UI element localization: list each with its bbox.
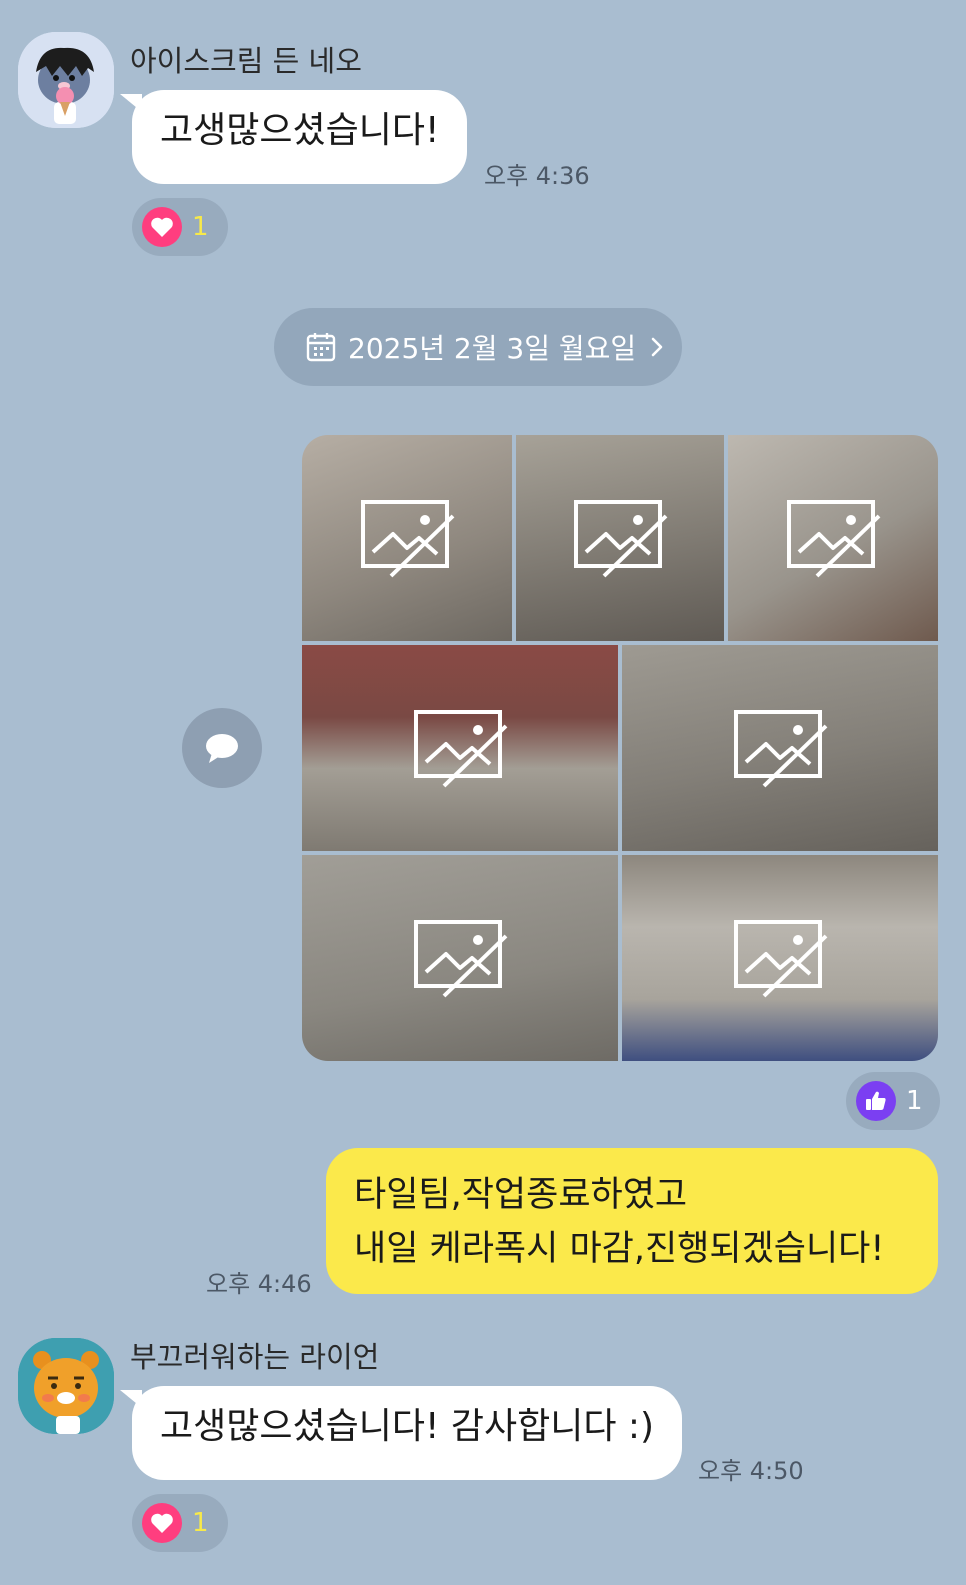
sender-name: 부끄러워하는 라이언 xyxy=(130,1340,380,1374)
broken-image-icon xyxy=(734,920,828,998)
avatar-neo[interactable] xyxy=(18,32,114,128)
message-timestamp: 오후 4:46 xyxy=(206,1270,312,1298)
broken-image-icon xyxy=(414,920,508,998)
message-text: 고생많으셨습니다! xyxy=(160,110,440,151)
message-bubble[interactable]: 고생많으셨습니다! xyxy=(120,90,468,184)
share-button[interactable] xyxy=(182,708,262,788)
date-label: 2025년 2월 3일 월요일 xyxy=(348,332,637,365)
reaction-heart[interactable]: 1 xyxy=(132,1494,228,1552)
broken-image-icon xyxy=(787,500,881,578)
message-text-line: 타일팀,작업종료하였고 xyxy=(354,1175,688,1215)
photo-thumbnail[interactable] xyxy=(302,645,618,851)
message-text: 고생많으셨습니다! 감사합니다 :) xyxy=(160,1406,655,1447)
broken-image-icon xyxy=(414,710,508,788)
ryan-character-icon xyxy=(18,1338,114,1434)
photo-thumbnail[interactable] xyxy=(728,435,938,641)
reaction-count: 1 xyxy=(192,212,209,242)
photo-grid xyxy=(302,435,938,1061)
heart-icon xyxy=(142,207,182,247)
reaction-heart[interactable]: 1 xyxy=(132,198,228,256)
photo-thumbnail[interactable] xyxy=(622,855,938,1061)
message-timestamp: 오후 4:50 xyxy=(698,1457,804,1485)
broken-image-icon xyxy=(361,500,455,578)
broken-image-icon xyxy=(734,710,828,788)
thumbs-up-icon xyxy=(856,1081,896,1121)
photo-thumbnail[interactable] xyxy=(302,855,618,1061)
broken-image-icon xyxy=(574,500,668,578)
chevron-right-icon xyxy=(651,337,663,357)
message-bubble[interactable]: 고생많으셨습니다! 감사합니다 :) xyxy=(120,1386,683,1480)
photo-thumbnail[interactable] xyxy=(302,435,512,641)
chat-share-icon xyxy=(206,734,238,763)
avatar-ryan[interactable] xyxy=(18,1338,114,1434)
bubble-tail xyxy=(120,1390,142,1408)
neo-character-icon xyxy=(18,32,114,128)
message-text-line: 내일 케라폭시 마감,진행되겠습니다! xyxy=(354,1229,885,1269)
reaction-thumbs-up[interactable]: 1 xyxy=(846,1072,940,1130)
date-divider[interactable]: 2025년 2월 3일 월요일 xyxy=(274,308,682,386)
bubble-tail xyxy=(120,94,142,112)
calendar-icon xyxy=(306,333,336,362)
photo-thumbnail[interactable] xyxy=(622,645,938,851)
my-message-bubble[interactable]: 타일팀,작업종료하였고 내일 케라폭시 마감,진행되겠습니다! xyxy=(326,1148,938,1294)
photo-thumbnail[interactable] xyxy=(516,435,724,641)
reaction-count: 1 xyxy=(906,1086,923,1116)
reaction-count: 1 xyxy=(192,1508,209,1538)
sender-name: 아이스크림 든 네오 xyxy=(130,44,362,78)
message-timestamp: 오후 4:36 xyxy=(484,162,590,190)
heart-icon xyxy=(142,1503,182,1543)
